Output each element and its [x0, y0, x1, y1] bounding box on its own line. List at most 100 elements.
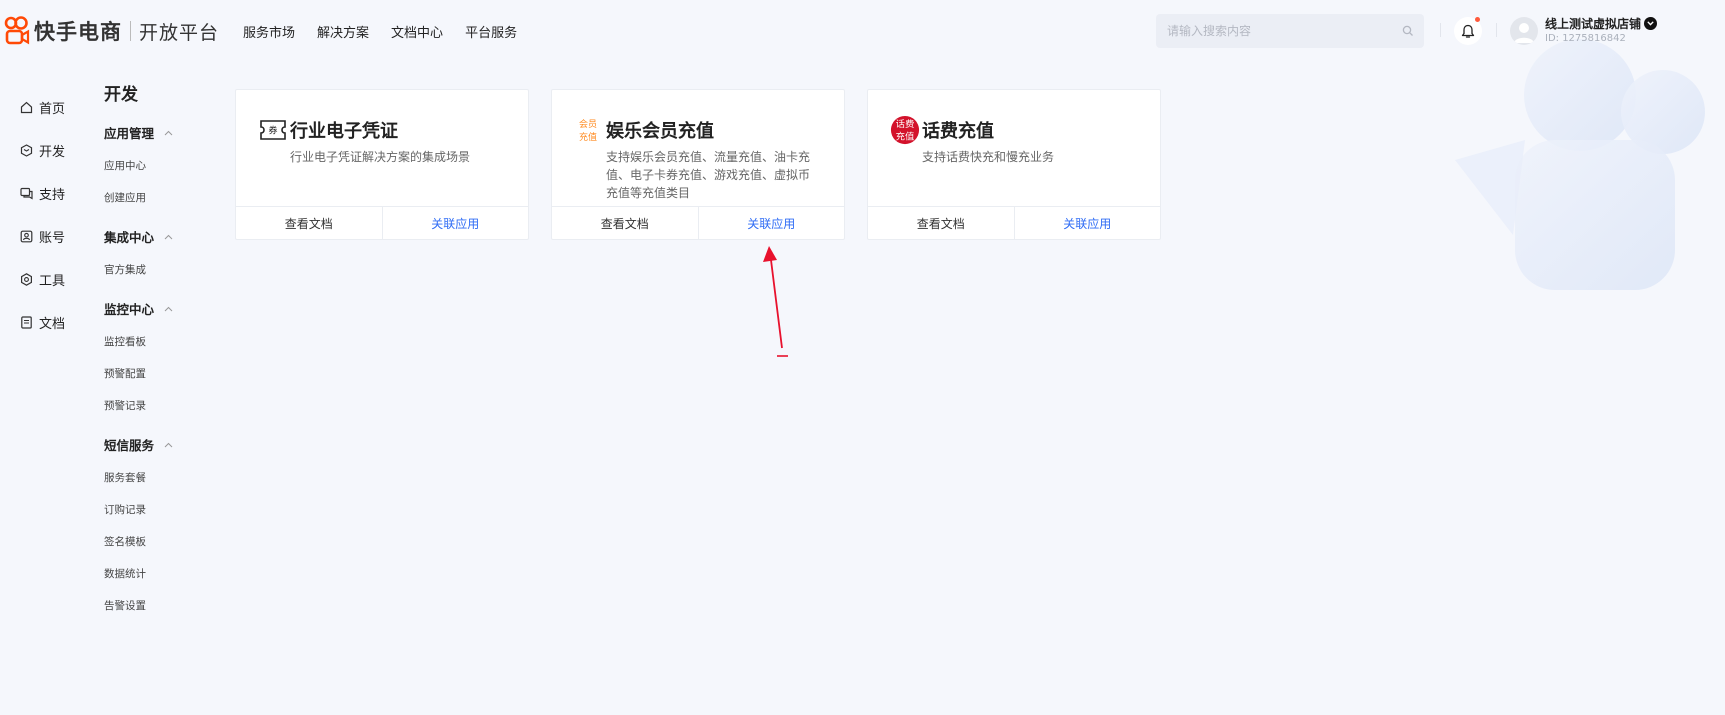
brand-name: 快手电商 — [34, 20, 122, 44]
divider — [1496, 23, 1497, 37]
card-description: 行业电子凭证解决方案的集成场景 — [290, 150, 471, 164]
card-footer: 查看文档 关联应用 — [868, 206, 1160, 239]
card-description: 支持娱乐会员充值、流量充值、油卡充值、电子卡券充值、游戏充值、虚拟币充值等充值类… — [606, 150, 811, 200]
account-icon — [20, 230, 33, 243]
link-app-button[interactable]: 关联应用 — [381, 207, 529, 239]
solution-card-membership-recharge: 会员 充值 娱乐会员充值 支持娱乐会员充值、流量充值、油卡充值、电子卡券充值、游… — [551, 89, 845, 240]
document-icon — [21, 316, 32, 329]
leftnav-item-develop[interactable]: 开发 — [20, 129, 65, 172]
group-header[interactable]: 集成中心 — [104, 228, 204, 245]
group-header[interactable]: 短信服务 — [104, 436, 204, 453]
chat-icon — [20, 187, 33, 200]
view-docs-button[interactable]: 查看文档 — [868, 207, 1014, 239]
brand-divider — [130, 21, 131, 41]
leftnav-item-support[interactable]: 支持 — [20, 172, 65, 215]
view-docs-button[interactable]: 查看文档 — [236, 207, 382, 239]
leftnav-label: 支持 — [39, 188, 66, 203]
solution-card-e-voucher: 券 行业电子凭证 行业电子凭证解决方案的集成场景 查看文档 关联应用 — [235, 89, 529, 240]
submenu-title: 开发 — [104, 85, 138, 105]
brand-subtitle: 开放平台 — [139, 21, 220, 44]
group-label: 应用管理 — [104, 126, 155, 141]
card-header: 会员 充值 娱乐会员充值 — [574, 116, 714, 144]
svg-text:会员: 会员 — [579, 118, 597, 130]
user-id: ID: 1275816842 — [1545, 33, 1626, 44]
leftnav-item-home[interactable]: 首页 — [20, 86, 65, 129]
card-footer: 查看文档 关联应用 — [236, 206, 528, 239]
topnav-platform-services[interactable]: 平台服务 — [465, 22, 517, 41]
leftnav-item-tools[interactable]: 工具 — [20, 258, 65, 301]
divider — [1440, 23, 1441, 37]
chevron-up-icon — [164, 234, 173, 239]
card-title: 娱乐会员充值 — [606, 121, 714, 142]
chevron-up-icon — [164, 442, 173, 447]
search-icon[interactable] — [1402, 25, 1414, 37]
menu-item-data-statistics[interactable]: 数据统计 — [104, 558, 204, 590]
user-avatar-icon — [1514, 23, 1534, 43]
menu-item-order-records[interactable]: 订购记录 — [104, 494, 204, 526]
top-nav: 服务市场 解决方案 文档中心 平台服务 — [243, 22, 539, 41]
user-name: 线上测试虚拟店铺 — [1545, 17, 1642, 31]
leftnav-item-account[interactable]: 账号 — [20, 215, 65, 258]
bell-icon — [1461, 24, 1475, 38]
home-icon — [20, 101, 33, 114]
menu-group-monitoring-center: 监控中心 监控看板 预警配置 预警记录 — [104, 300, 204, 422]
card-title: 话费充值 — [922, 121, 994, 142]
leftnav-label: 文档 — [39, 317, 66, 332]
svg-text:充值: 充值 — [896, 130, 915, 142]
kuaishou-logo-icon — [4, 16, 30, 45]
svg-text:话费: 话费 — [896, 118, 915, 130]
group-label: 集成中心 — [104, 230, 155, 245]
card-description: 支持话费快充和慢充业务 — [922, 150, 1055, 164]
sub-menu: 开发 应用管理 应用中心 创建应用 集成中心 官方集成 监控中心 监控看板 预警… — [104, 80, 204, 636]
gear-icon — [21, 273, 32, 286]
card-title: 行业电子凭证 — [290, 121, 398, 142]
search-input[interactable] — [1167, 24, 1402, 38]
menu-group-app-management: 应用管理 应用中心 创建应用 — [104, 124, 204, 214]
avatar[interactable] — [1510, 17, 1538, 45]
card-footer: 查看文档 关联应用 — [552, 206, 844, 239]
menu-item-signature-templates[interactable]: 签名模板 — [104, 526, 204, 558]
leftnav-label: 账号 — [39, 231, 66, 246]
link-app-button[interactable]: 关联应用 — [697, 207, 845, 239]
group-header[interactable]: 应用管理 — [104, 124, 204, 141]
topnav-solutions[interactable]: 解决方案 — [317, 22, 369, 41]
chevron-up-icon — [164, 306, 173, 311]
card-header: 话费 充值 话费充值 — [890, 115, 994, 145]
group-label: 短信服务 — [104, 438, 155, 453]
left-nav: 首页 开发 支持 账号 工具 文档 — [20, 86, 65, 344]
group-header[interactable]: 监控中心 — [104, 300, 204, 317]
group-label: 监控中心 — [104, 302, 155, 317]
voucher-icon: 券 — [258, 116, 288, 144]
notification-dot — [1475, 17, 1480, 22]
chevron-down-icon — [1644, 17, 1658, 30]
menu-group-integration-center: 集成中心 官方集成 — [104, 228, 204, 286]
phone-recharge-icon: 话费 充值 — [890, 115, 920, 145]
menu-group-sms-service: 短信服务 服务套餐 订购记录 签名模板 数据统计 告警设置 — [104, 436, 204, 622]
menu-item-official-integration[interactable]: 官方集成 — [104, 254, 204, 286]
svg-text:券: 券 — [268, 125, 277, 137]
search-box — [1156, 14, 1424, 48]
svg-text:充值: 充值 — [579, 131, 597, 143]
cube-icon — [20, 144, 33, 157]
notification-button[interactable] — [1454, 17, 1482, 45]
membership-icon: 会员 充值 — [574, 116, 604, 144]
menu-item-app-center[interactable]: 应用中心 — [104, 150, 204, 182]
menu-item-monitor-dashboard[interactable]: 监控看板 — [104, 326, 204, 358]
topnav-service-market[interactable]: 服务市场 — [243, 22, 295, 41]
menu-item-create-app[interactable]: 创建应用 — [104, 182, 204, 214]
solution-card-phone-recharge: 话费 充值 话费充值 支持话费快充和慢充业务 查看文档 关联应用 — [867, 89, 1161, 240]
menu-item-alert-settings[interactable]: 告警设置 — [104, 590, 204, 622]
topnav-docs-center[interactable]: 文档中心 — [391, 22, 443, 41]
leftnav-item-docs[interactable]: 文档 — [20, 301, 65, 344]
user-menu[interactable]: 线上测试虚拟店铺 — [1545, 15, 1658, 32]
view-docs-button[interactable]: 查看文档 — [552, 207, 698, 239]
menu-item-alert-config[interactable]: 预警配置 — [104, 358, 204, 390]
leftnav-label: 首页 — [39, 102, 66, 117]
logo[interactable]: 快手电商 开放平台 — [4, 0, 219, 62]
menu-item-service-package[interactable]: 服务套餐 — [104, 462, 204, 494]
menu-item-alert-records[interactable]: 预警记录 — [104, 390, 204, 422]
chevron-up-icon — [164, 130, 173, 135]
card-header: 券 行业电子凭证 — [258, 116, 398, 144]
link-app-button[interactable]: 关联应用 — [1013, 207, 1161, 239]
leftnav-label: 开发 — [39, 145, 66, 160]
